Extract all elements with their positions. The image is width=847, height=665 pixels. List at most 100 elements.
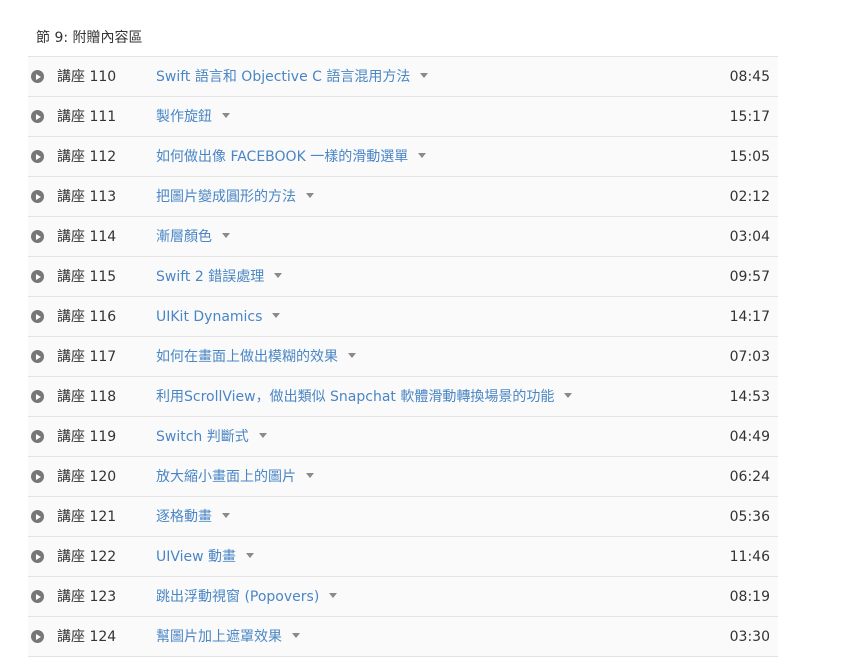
caret-down-icon[interactable]: [246, 553, 255, 558]
lecture-duration: 14:17: [729, 309, 770, 325]
lecture-duration: 08:19: [729, 589, 770, 605]
play-circle-icon[interactable]: [31, 230, 44, 243]
play-circle-icon[interactable]: [31, 110, 44, 123]
lecture-title-text: 逐格動畫: [156, 509, 212, 525]
lecture-row[interactable]: 講座 110 Swift 語言和 Objective C 語言混用方法 08:45: [28, 57, 778, 97]
lecture-title-text: 如何做出像 FACEBOOK 一樣的滑動選單: [156, 149, 409, 165]
lecture-title-link[interactable]: 幫圖片加上遮罩效果: [156, 627, 300, 647]
lecture-duration: 04:49: [729, 429, 770, 445]
lecture-number: 講座 111: [57, 109, 117, 125]
lecture-duration: 15:05: [729, 149, 770, 165]
lecture-row[interactable]: 講座 122 UIView 動畫 11:46: [28, 537, 778, 577]
lecture-title-text: 漸層顏色: [156, 229, 212, 245]
lecture-number: 講座 114: [57, 229, 117, 245]
caret-down-icon[interactable]: [418, 153, 427, 158]
play-circle-icon[interactable]: [31, 390, 44, 403]
section-title: 節 9: 附贈內容區: [36, 30, 143, 46]
play-circle-icon[interactable]: [31, 510, 44, 523]
lecture-duration: 15:17: [729, 109, 770, 125]
lecture-row[interactable]: 講座 117 如何在畫面上做出模糊的效果 07:03: [28, 337, 778, 377]
play-circle-icon[interactable]: [31, 470, 44, 483]
lecture-row[interactable]: 講座 116 UIKit Dynamics 14:17: [28, 297, 778, 337]
lecture-row[interactable]: 講座 112 如何做出像 FACEBOOK 一樣的滑動選單 15:05: [28, 137, 778, 177]
caret-down-icon[interactable]: [329, 593, 338, 598]
play-circle-icon[interactable]: [31, 350, 44, 363]
play-circle-icon[interactable]: [31, 590, 44, 603]
lecture-duration: 03:04: [729, 229, 770, 245]
lecture-row[interactable]: 講座 123 跳出浮動視窗 (Popovers) 08:19: [28, 577, 778, 617]
lecture-number: 講座 124: [57, 629, 117, 645]
lecture-title-text: 跳出浮動視窗 (Popovers): [156, 589, 320, 605]
play-circle-icon[interactable]: [31, 190, 44, 203]
lecture-row[interactable]: 講座 118 利用ScrollView，做出類似 Snapchat 軟體滑動轉換場…: [28, 377, 778, 417]
lecture-title-text: Switch 判斷式: [156, 429, 249, 445]
lecture-title-text: Swift 語言和 Objective C 語言混用方法: [156, 69, 411, 85]
play-circle-icon[interactable]: [31, 430, 44, 443]
lecture-duration: 14:53: [729, 389, 770, 405]
caret-down-icon[interactable]: [222, 513, 230, 518]
caret-down-icon[interactable]: [420, 73, 429, 78]
lecture-duration: 11:46: [729, 549, 770, 565]
lecture-title-text: 製作旋鈕: [156, 109, 212, 125]
lecture-title-link[interactable]: 如何在畫面上做出模糊的效果: [156, 347, 356, 367]
lecture-title-link[interactable]: 跳出浮動視窗 (Popovers): [156, 587, 338, 607]
caret-down-icon[interactable]: [292, 633, 300, 638]
lecture-number: 講座 120: [57, 469, 117, 485]
lecture-number: 講座 118: [57, 389, 117, 405]
lecture-title-text: 放大縮小畫面上的圖片: [156, 469, 296, 485]
lecture-list: 講座 110 Swift 語言和 Objective C 語言混用方法 08:45 講…: [28, 56, 778, 657]
lecture-title-link[interactable]: UIView 動畫: [156, 547, 255, 567]
lecture-row[interactable]: 講座 115 Swift 2 錯誤處理 09:57: [28, 257, 778, 297]
lecture-row[interactable]: 講座 113 把圖片變成圓形的方法 02:12: [28, 177, 778, 217]
caret-down-icon[interactable]: [274, 273, 283, 278]
play-circle-icon[interactable]: [31, 270, 44, 283]
lecture-duration: 09:57: [729, 269, 770, 285]
lecture-title-link[interactable]: Switch 判斷式: [156, 427, 267, 447]
caret-down-icon[interactable]: [222, 233, 230, 238]
lecture-row[interactable]: 講座 120 放大縮小畫面上的圖片 06:24: [28, 457, 778, 497]
lecture-number: 講座 119: [57, 429, 117, 445]
lecture-title-link[interactable]: Swift 語言和 Objective C 語言混用方法: [156, 67, 429, 87]
caret-down-icon[interactable]: [222, 113, 230, 118]
caret-down-icon[interactable]: [564, 393, 573, 398]
lecture-number: 講座 121: [57, 509, 117, 525]
play-circle-icon[interactable]: [31, 70, 44, 83]
lecture-title-link[interactable]: 放大縮小畫面上的圖片: [156, 467, 314, 487]
caret-down-icon[interactable]: [272, 313, 281, 318]
lecture-row[interactable]: 講座 114 漸層顏色 03:04: [28, 217, 778, 257]
lecture-number: 講座 116: [57, 309, 117, 325]
lecture-duration: 08:45: [729, 69, 770, 85]
play-circle-icon[interactable]: [31, 630, 44, 643]
lecture-number: 講座 122: [57, 549, 117, 565]
lecture-title-link[interactable]: 如何做出像 FACEBOOK 一樣的滑動選單: [156, 147, 427, 167]
lecture-row[interactable]: 講座 124 幫圖片加上遮罩效果 03:30: [28, 617, 778, 657]
lecture-number: 講座 110: [57, 69, 117, 85]
caret-down-icon[interactable]: [306, 473, 314, 478]
lecture-duration: 06:24: [729, 469, 770, 485]
lecture-number: 講座 123: [57, 589, 117, 605]
lecture-duration: 03:30: [729, 629, 770, 645]
lecture-title-text: 把圖片變成圓形的方法: [156, 189, 296, 205]
lecture-title-link[interactable]: 漸層顏色: [156, 227, 230, 247]
lecture-title-link[interactable]: 利用ScrollView，做出類似 Snapchat 軟體滑動轉換場景的功能: [156, 387, 573, 407]
lecture-duration: 02:12: [729, 189, 770, 205]
lecture-title-text: 利用ScrollView，做出類似 Snapchat 軟體滑動轉換場景的功能: [156, 389, 555, 405]
lecture-title-text: 如何在畫面上做出模糊的效果: [156, 349, 338, 365]
play-circle-icon[interactable]: [31, 550, 44, 563]
lecture-title-text: UIKit Dynamics: [156, 309, 263, 325]
lecture-title-link[interactable]: UIKit Dynamics: [156, 307, 281, 327]
caret-down-icon[interactable]: [306, 193, 314, 198]
lecture-title-link[interactable]: Swift 2 錯誤處理: [156, 267, 283, 287]
lecture-title-text: 幫圖片加上遮罩效果: [156, 629, 282, 645]
caret-down-icon[interactable]: [348, 353, 356, 358]
play-circle-icon[interactable]: [31, 310, 44, 323]
play-circle-icon[interactable]: [31, 150, 44, 163]
caret-down-icon[interactable]: [258, 433, 267, 438]
lecture-title-link[interactable]: 製作旋鈕: [156, 107, 230, 127]
lecture-row[interactable]: 講座 111 製作旋鈕 15:17: [28, 97, 778, 137]
lecture-row[interactable]: 講座 119 Switch 判斷式 04:49: [28, 417, 778, 457]
lecture-title-text: UIView 動畫: [156, 549, 237, 565]
lecture-row[interactable]: 講座 121 逐格動畫 05:36: [28, 497, 778, 537]
lecture-title-link[interactable]: 把圖片變成圓形的方法: [156, 187, 314, 207]
lecture-title-link[interactable]: 逐格動畫: [156, 507, 230, 527]
